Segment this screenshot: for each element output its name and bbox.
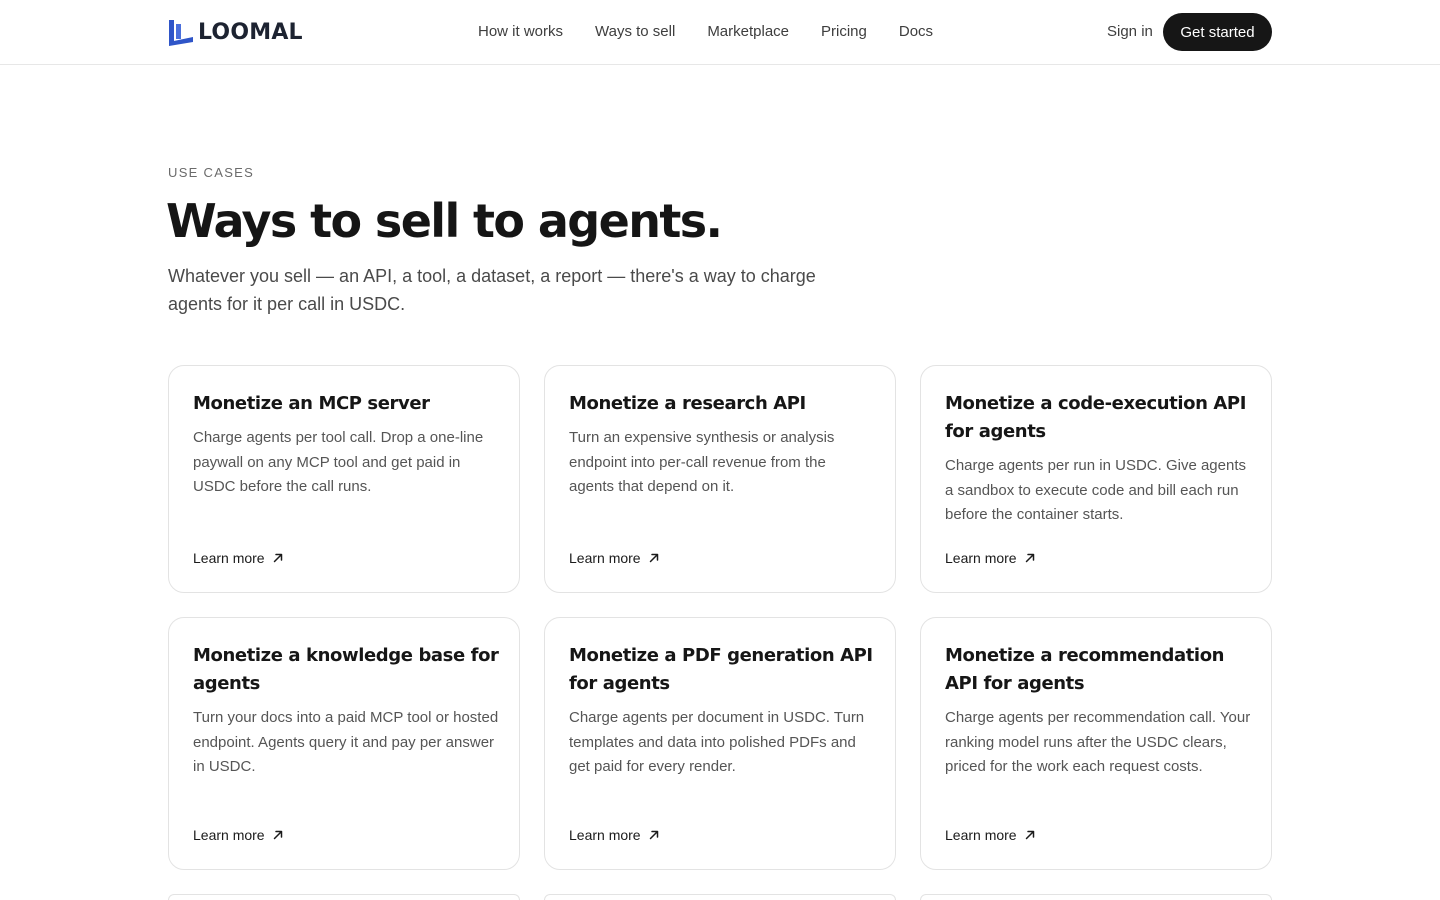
top-nav: LOOMAL How it works Ways to sell Marketp… <box>0 0 1440 65</box>
nav-link-marketplace[interactable]: Marketplace <box>707 21 789 43</box>
use-case-card-code-execution-api[interactable]: Monetize a code-execution API for agents… <box>920 365 1272 593</box>
card-title: Monetize a recommendation API for agents <box>945 645 1225 694</box>
learn-more-label: Learn more <box>193 550 265 566</box>
learn-more-link[interactable]: Learn more <box>193 825 284 845</box>
sign-in-link[interactable]: Sign in <box>1107 21 1153 43</box>
use-case-card-partial[interactable] <box>168 894 520 900</box>
card-description: Charge agents per tool call. Drop a one-… <box>193 429 484 495</box>
arrow-up-right-icon <box>649 830 658 840</box>
use-case-card-knowledge-base[interactable]: Monetize a knowledge base for agents Tur… <box>168 617 520 870</box>
arrow-up-right-icon <box>1025 830 1034 840</box>
learn-more-label: Learn more <box>945 827 1017 843</box>
card-description: Charge agents per run in USDC. Give agen… <box>945 457 1246 523</box>
arrow-up-right-icon <box>273 830 282 840</box>
learn-more-label: Learn more <box>569 827 641 843</box>
use-case-card-recommendation-api[interactable]: Monetize a recommendation API for agents… <box>920 617 1272 870</box>
page-title: Ways to sell to agents. <box>166 194 723 248</box>
arrow-up-right-icon <box>273 553 282 563</box>
card-description: Charge agents per document in USDC. Turn… <box>569 709 865 775</box>
use-case-card-pdf-generation-api[interactable]: Monetize a PDF generation API for agents… <box>544 617 896 870</box>
learn-more-link[interactable]: Learn more <box>945 548 1036 568</box>
section-eyebrow: USE CASES <box>168 165 255 180</box>
learn-more-label: Learn more <box>569 550 641 566</box>
page-subtitle: Whatever you sell — an API, a tool, a da… <box>168 266 816 314</box>
learn-more-label: Learn more <box>193 827 265 843</box>
learn-more-link[interactable]: Learn more <box>193 548 284 568</box>
use-case-card-partial[interactable] <box>544 894 896 900</box>
card-description: Turn your docs into a paid MCP tool or h… <box>193 709 499 775</box>
get-started-button[interactable]: Get started <box>1163 13 1272 51</box>
card-title: Monetize a knowledge base for agents <box>193 645 499 694</box>
card-title: Monetize a PDF generation API for agents <box>569 645 873 694</box>
learn-more-link[interactable]: Learn more <box>945 825 1036 845</box>
arrow-up-right-icon <box>649 553 658 563</box>
learn-more-link[interactable]: Learn more <box>569 825 660 845</box>
primary-nav: How it works Ways to sell Marketplace Pr… <box>478 21 933 43</box>
nav-link-how-it-works[interactable]: How it works <box>478 21 563 43</box>
nav-link-docs[interactable]: Docs <box>899 21 933 43</box>
arrow-up-right-icon <box>1025 553 1034 563</box>
card-title: Monetize an MCP server <box>193 393 430 414</box>
nav-link-ways-to-sell[interactable]: Ways to sell <box>595 21 675 43</box>
use-case-card-partial[interactable] <box>920 894 1272 900</box>
card-title: Monetize a research API <box>569 393 806 414</box>
brand-name: LOOMAL <box>198 19 303 45</box>
card-description: Charge agents per recommendation call. Y… <box>945 709 1251 775</box>
loomal-logo-icon <box>169 20 193 46</box>
card-title: Monetize a code-execution API for agents <box>945 393 1246 442</box>
learn-more-link[interactable]: Learn more <box>569 548 660 568</box>
use-case-card-research-api[interactable]: Monetize a research API Turn an expensiv… <box>544 365 896 593</box>
use-case-card-mcp-server[interactable]: Monetize an MCP server Charge agents per… <box>168 365 520 593</box>
card-description: Turn an expensive synthesis or analysis … <box>569 429 835 495</box>
learn-more-label: Learn more <box>945 550 1017 566</box>
brand-logo[interactable]: LOOMAL <box>168 17 303 47</box>
nav-link-pricing[interactable]: Pricing <box>821 21 867 43</box>
